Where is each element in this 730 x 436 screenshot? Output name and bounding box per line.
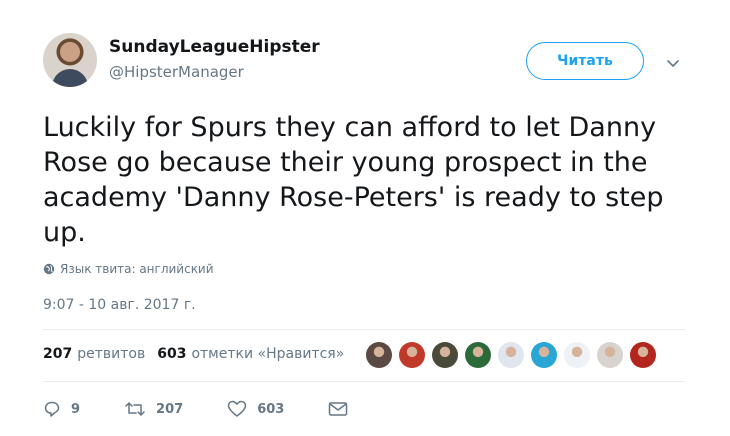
avatar-shirt (52, 69, 88, 87)
retweet-button[interactable]: 207 (124, 400, 183, 418)
retweets-label: ретвитов (77, 346, 146, 362)
retweets-stat[interactable]: 207 ретвитов (43, 346, 145, 362)
reply-button[interactable]: 9 (43, 400, 80, 418)
likes-label: отметки «Нравится» (191, 346, 345, 362)
divider (43, 381, 685, 382)
tweet-timestamp[interactable]: 9:07 - 10 авг. 2017 г. (43, 297, 196, 313)
liker-avatar[interactable] (531, 342, 557, 368)
author-avatar[interactable] (43, 33, 97, 87)
author-display-name[interactable]: SundayLeagueHipster (109, 37, 320, 57)
direct-message-button[interactable] (328, 401, 358, 417)
author-handle[interactable]: @HipsterManager (109, 63, 244, 81)
liker-avatar[interactable] (399, 342, 425, 368)
reply-icon (44, 401, 60, 417)
globe-icon (43, 263, 55, 275)
likes-count: 603 (157, 346, 187, 362)
mail-icon (329, 402, 348, 416)
tweet-text-line: academy 'Danny Rose-Peters' is ready to … (43, 182, 664, 213)
likes-stat[interactable]: 603 отметки «Нравится» (157, 346, 344, 362)
liker-avatar[interactable] (498, 342, 524, 368)
retweet-icon (125, 402, 145, 416)
like-count: 603 (257, 401, 285, 417)
like-button[interactable]: 603 (227, 400, 284, 418)
language-label: Язык твита: английский (60, 262, 214, 276)
liker-avatar[interactable] (366, 342, 392, 368)
tweet-text: Luckily for Spurs they can afford to let… (43, 110, 693, 250)
divider (43, 329, 685, 330)
liker-avatar[interactable] (597, 342, 623, 368)
retweets-count: 207 (43, 346, 73, 362)
chevron-down-icon[interactable] (666, 56, 680, 70)
heart-icon (227, 400, 247, 417)
liker-avatar[interactable] (465, 342, 491, 368)
reply-count: 9 (71, 401, 81, 417)
tweet-text-line: up. (43, 217, 86, 248)
tweet-text-line: Rose go because their young prospect in … (43, 147, 648, 178)
follow-button[interactable]: Читать (526, 42, 644, 80)
retweet-count: 207 (156, 401, 184, 417)
liker-avatar[interactable] (432, 342, 458, 368)
tweet-card: SundayLeagueHipster @HipsterManager Чита… (0, 0, 730, 436)
tweet-actions: 9 207 603 (43, 400, 358, 418)
likers-avatars (366, 342, 663, 368)
tweet-stats: 207 ретвитов 603 отметки «Нравится» (43, 346, 356, 362)
liker-avatar[interactable] (630, 342, 656, 368)
liker-avatar[interactable] (564, 342, 590, 368)
tweet-language[interactable]: Язык твита: английский (43, 262, 214, 276)
tweet-text-line: Luckily for Spurs they can afford to let… (43, 112, 657, 143)
